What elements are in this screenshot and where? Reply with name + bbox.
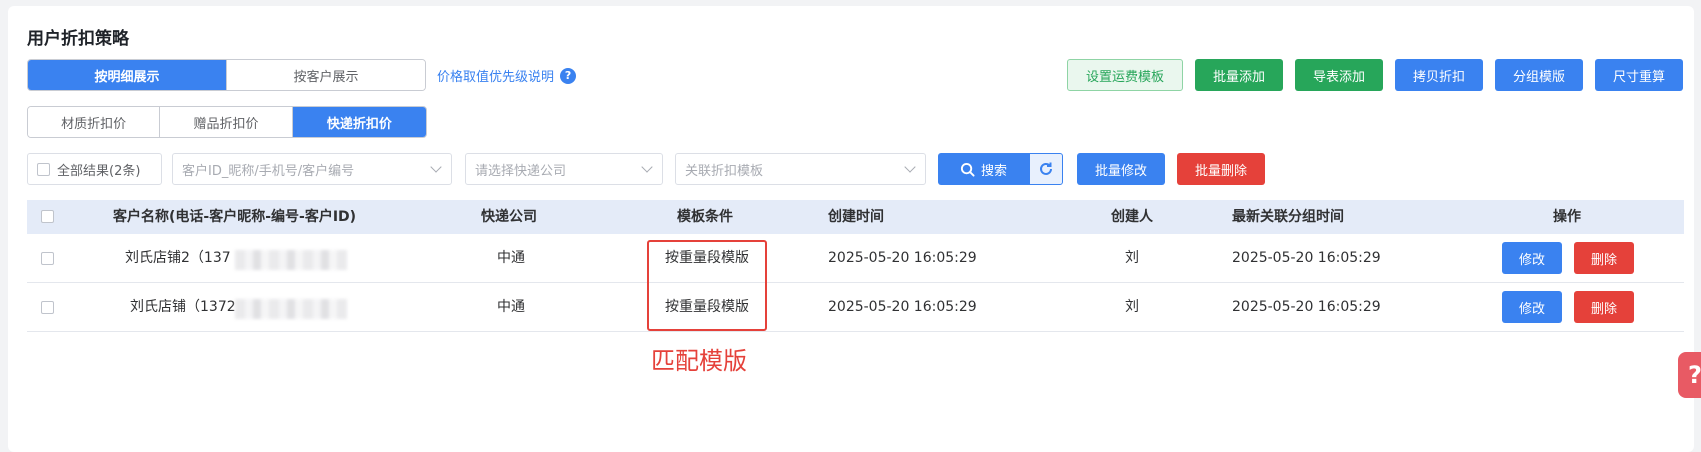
column-header-creator: 创建人 — [1111, 209, 1153, 225]
cell-customer: 刘氏店铺2（137 — [125, 250, 231, 266]
column-header-customer: 客户名称(电话-客户昵称-编号-客户ID) — [113, 209, 357, 225]
batch-delete-button[interactable]: 批量删除 — [1177, 153, 1265, 185]
row-checkbox[interactable] — [41, 252, 54, 265]
chevron-down-icon — [430, 161, 442, 173]
category-tabs: 材质折扣价 赠品折扣价 快递折扣价 — [27, 106, 427, 138]
resize-recalc-button[interactable]: 尺寸重算 — [1595, 59, 1683, 91]
refresh-button[interactable] — [1029, 153, 1063, 185]
refresh-icon — [1040, 162, 1052, 175]
column-header-condition: 模板条件 — [677, 209, 733, 225]
tab-material-discount[interactable]: 材质折扣价 — [28, 107, 161, 137]
price-priority-link[interactable]: 价格取值优先级说明 ? — [437, 66, 577, 85]
delete-button[interactable]: 删除 — [1574, 291, 1634, 323]
search-label: 搜索 — [980, 163, 1007, 179]
search-button[interactable]: 搜索 — [938, 153, 1029, 185]
cell-express: 中通 — [497, 299, 525, 315]
help-icon: ? — [1688, 361, 1701, 389]
question-icon: ? — [560, 67, 577, 84]
table-row: 刘氏店铺（1372 中通 按重量段模版 2025-05-20 16:05:29 … — [27, 283, 1684, 332]
cell-created: 2025-05-20 16:05:29 — [828, 299, 977, 315]
column-header-express: 快递公司 — [481, 209, 537, 225]
cell-group-time: 2025-05-20 16:05:29 — [1232, 299, 1381, 315]
chevron-down-icon — [904, 161, 916, 173]
column-header-group-time: 最新关联分组时间 — [1232, 209, 1344, 225]
express-select-placeholder: 请选择快递公司 — [475, 163, 567, 179]
help-tab[interactable]: ? — [1678, 352, 1701, 398]
all-results-check-box — [37, 162, 50, 176]
shipping-template-button[interactable]: 设置运费模板 — [1067, 59, 1183, 91]
cell-express: 中通 — [497, 250, 525, 266]
page-title: 用户折扣策略 — [27, 29, 129, 49]
table-header: 客户名称(电话-客户昵称-编号-客户ID) 快递公司 模板条件 创建时间 创建人… — [27, 200, 1684, 234]
copy-discount-button[interactable]: 拷贝折扣 — [1395, 59, 1483, 91]
batch-edit-button[interactable]: 批量修改 — [1077, 153, 1165, 185]
customer-select-placeholder: 客户ID_昵称/手机号/客户编号 — [182, 163, 355, 179]
select-all-checkbox[interactable] — [41, 210, 54, 223]
tab-customer-view[interactable]: 按客户展示 — [227, 60, 425, 90]
view-tabs: 按明细展示 按客户展示 — [27, 59, 426, 91]
column-header-created: 创建时间 — [828, 209, 884, 225]
cell-created: 2025-05-20 16:05:29 — [828, 250, 977, 266]
cell-group-time: 2025-05-20 16:05:29 — [1232, 250, 1381, 266]
edit-button[interactable]: 修改 — [1502, 291, 1562, 323]
cell-customer: 刘氏店铺（1372 — [130, 299, 236, 315]
column-header-actions: 操作 — [1553, 209, 1581, 225]
annotation-highlight-box — [647, 240, 767, 331]
edit-button[interactable]: 修改 — [1502, 242, 1562, 274]
express-company-select[interactable]: 请选择快递公司 — [465, 153, 663, 185]
annotation-label: 匹配模版 — [651, 347, 747, 375]
customer-select[interactable]: 客户ID_昵称/手机号/客户编号 — [172, 153, 452, 185]
delete-button[interactable]: 删除 — [1574, 242, 1634, 274]
template-select-placeholder: 关联折扣模板 — [685, 163, 764, 179]
chevron-down-icon — [641, 161, 653, 173]
tab-gift-discount[interactable]: 赠品折扣价 — [160, 107, 293, 137]
row-checkbox[interactable] — [41, 301, 54, 314]
template-select[interactable]: 关联折扣模板 — [675, 153, 926, 185]
cell-creator: 刘 — [1125, 250, 1139, 266]
all-results-checkbox[interactable]: 全部结果(2条) — [27, 153, 162, 185]
import-add-button[interactable]: 导表添加 — [1295, 59, 1383, 91]
cell-creator: 刘 — [1125, 299, 1139, 315]
redacted-phone — [235, 299, 347, 319]
table-row: 刘氏店铺2（137 中通 按重量段模版 2025-05-20 16:05:29 … — [27, 234, 1684, 283]
search-icon — [960, 162, 975, 177]
redacted-phone — [235, 250, 347, 270]
tab-express-discount[interactable]: 快递折扣价 — [292, 107, 426, 137]
group-template-button[interactable]: 分组模版 — [1495, 59, 1583, 91]
all-results-label: 全部结果(2条) — [57, 163, 141, 179]
price-priority-label: 价格取值优先级说明 — [437, 70, 555, 85]
batch-add-button[interactable]: 批量添加 — [1195, 59, 1283, 91]
tab-detail-view[interactable]: 按明细展示 — [28, 60, 227, 90]
